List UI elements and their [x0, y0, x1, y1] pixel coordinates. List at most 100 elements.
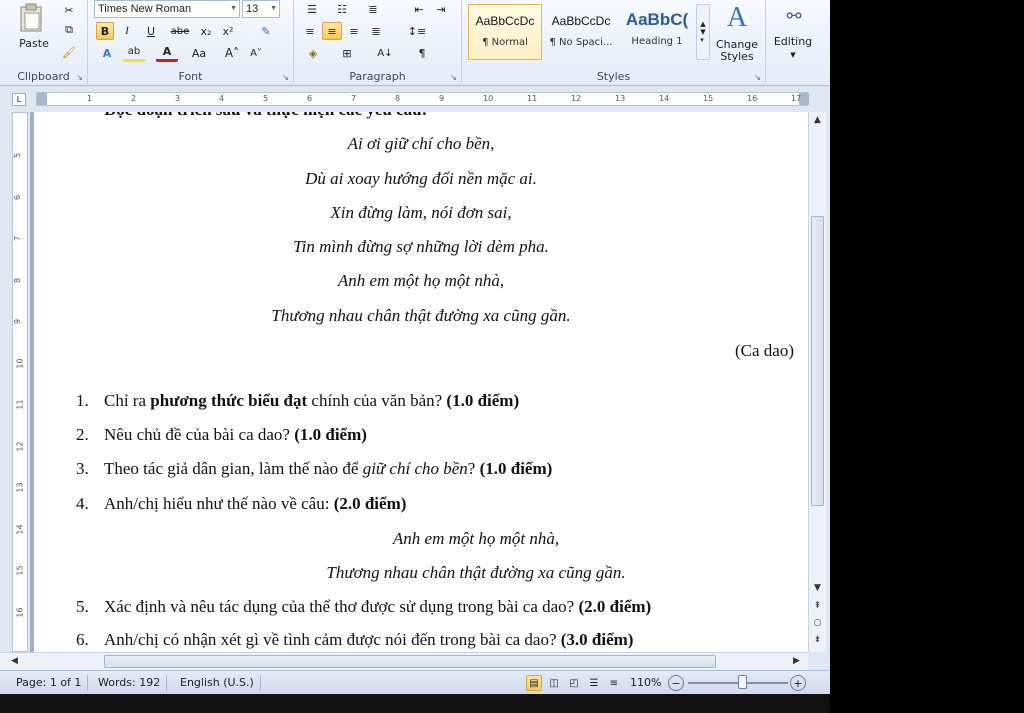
- style-heading-1[interactable]: AaBbC( Heading 1: [620, 4, 694, 60]
- line-spacing-icon[interactable]: ↕≡: [404, 22, 430, 40]
- ruler-number: 4: [219, 94, 225, 103]
- change-styles-button[interactable]: Change Styles: [712, 38, 762, 64]
- ruler-number: 17: [791, 94, 802, 103]
- bullets-icon[interactable]: ☰: [300, 0, 324, 18]
- align-right-icon[interactable]: ≡: [344, 22, 364, 40]
- document-page[interactable]: Đọc đoạn trích sau và thực hiện các yêu …: [34, 112, 808, 652]
- scroll-left-icon[interactable]: ◀: [6, 653, 23, 669]
- change-case-button[interactable]: Aa: [186, 44, 212, 62]
- language-indicator[interactable]: English (U.S.): [174, 675, 261, 691]
- editing-button[interactable]: Editing: [768, 34, 818, 48]
- bold-button[interactable]: B: [96, 22, 114, 40]
- clipboard-launcher-icon[interactable]: ↘: [76, 73, 83, 82]
- outline-icon[interactable]: ☰: [586, 675, 602, 691]
- question-number: 6.: [76, 630, 89, 649]
- scroll-down-icon[interactable]: ▼: [809, 580, 826, 596]
- zoom-out-icon[interactable]: −: [668, 675, 684, 691]
- sort-icon[interactable]: A↓: [374, 44, 396, 62]
- copy-icon[interactable]: ⧉: [60, 22, 78, 38]
- binoculars-icon[interactable]: ⚯: [778, 2, 810, 30]
- vruler-number: 13: [15, 482, 25, 493]
- numbering-icon[interactable]: ☷: [330, 0, 354, 18]
- question-text: ?: [467, 459, 480, 478]
- web-layout-icon[interactable]: ◰: [566, 675, 582, 691]
- previous-page-icon[interactable]: ⇞: [809, 598, 826, 614]
- editing-group: ⚯ Editing ▼: [766, 0, 822, 86]
- vertical-scroll-thumb[interactable]: [811, 216, 824, 506]
- font-launcher-icon[interactable]: ↘: [282, 73, 289, 82]
- question-number: 2.: [76, 425, 89, 444]
- text-effects-icon[interactable]: A: [96, 44, 118, 62]
- superscript-button[interactable]: x²: [218, 22, 238, 40]
- zoom-in-icon[interactable]: +: [790, 675, 806, 691]
- subscript-button[interactable]: x₂: [196, 22, 216, 40]
- vertical-ruler: 5 6 7 8 9 10 11 12 13 14 15 16: [12, 112, 28, 652]
- question-text: Xác định và nêu tác dụng của thể thơ đượ…: [104, 597, 579, 616]
- paste-icon[interactable]: [14, 2, 50, 34]
- question-5: 5. Xác định và nêu tác dụng của thể thơ đ…: [76, 597, 651, 617]
- vertical-scrollbar[interactable]: ▲ ▼ ⇞ ○ ⇟: [808, 112, 826, 652]
- shrink-font-button[interactable]: A˅: [246, 44, 266, 62]
- ruler-number: 15: [703, 94, 714, 103]
- ruler-number: 8: [395, 94, 401, 103]
- show-formatting-icon[interactable]: ¶: [412, 44, 432, 62]
- ruler-number: 1: [87, 94, 93, 103]
- next-page-icon[interactable]: ⇟: [809, 632, 826, 648]
- paste-button[interactable]: Paste: [14, 36, 54, 50]
- vruler-number: 10: [15, 357, 25, 369]
- justify-icon[interactable]: ≣: [366, 22, 386, 40]
- align-center-icon[interactable]: ≡: [322, 22, 342, 40]
- italic-button[interactable]: I: [118, 22, 136, 40]
- align-left-icon[interactable]: ≡: [300, 22, 320, 40]
- horizontal-scroll-thumb[interactable]: [104, 655, 716, 668]
- zoom-slider-thumb[interactable]: [738, 675, 747, 689]
- borders-icon[interactable]: ⊞: [334, 44, 360, 62]
- underline-button[interactable]: U: [140, 22, 162, 40]
- strikethrough-button[interactable]: abe: [168, 22, 192, 40]
- quoted-poem-line: Anh em một họ một nhà,: [392, 529, 560, 548]
- increase-indent-icon[interactable]: ⇥: [432, 0, 450, 18]
- question-6: 6. Anh/chị có nhận xét gì về tình cảm đượ…: [76, 630, 633, 650]
- ruler-number: 11: [527, 94, 538, 103]
- change-styles-icon[interactable]: A: [714, 0, 760, 36]
- select-browse-object-icon[interactable]: ○: [809, 615, 826, 631]
- horizontal-scrollbar[interactable]: ◀ ▶: [0, 652, 808, 670]
- multilevel-list-icon[interactable]: ≣: [360, 0, 386, 18]
- document-area: Đọc đoạn trích sau và thực hiện các yêu …: [30, 112, 808, 652]
- question-number: 3.: [76, 459, 89, 478]
- styles-scroll-icon[interactable]: ▲ ▼ ▾: [696, 4, 710, 60]
- question-text: chính của văn bản?: [307, 391, 447, 410]
- page-count[interactable]: Page: 1 of 1: [10, 675, 89, 691]
- cut-icon[interactable]: ✂: [60, 2, 78, 18]
- highlight-icon[interactable]: ab: [122, 44, 146, 62]
- editing-dropdown-icon[interactable]: ▼: [786, 50, 800, 60]
- poem-line: Dù ai xoay hướng đổi nền mặc ai.: [305, 169, 537, 188]
- ruler-number: 10: [483, 94, 494, 103]
- question-text: Theo tác giả dân gian, làm thế nào để: [104, 459, 363, 478]
- ruler-number: 5: [263, 94, 269, 103]
- clear-format-icon[interactable]: ✎: [256, 22, 276, 40]
- print-layout-icon[interactable]: ▤: [526, 675, 542, 691]
- zoom-level[interactable]: 110%: [624, 675, 667, 691]
- font-name-combo[interactable]: Times New Roman ▼: [94, 0, 240, 18]
- full-screen-reading-icon[interactable]: ◫: [546, 675, 562, 691]
- vruler-number: 9: [13, 318, 23, 325]
- paragraph-launcher-icon[interactable]: ↘: [450, 73, 457, 82]
- scroll-right-icon[interactable]: ▶: [788, 653, 805, 669]
- ruler-strip[interactable]: 1 2 3 4 5 6 7 8 9 10 11 12 13 14 15 16 17: [36, 92, 809, 106]
- paragraph-group: ☰ ☷ ≣ ⇤ ⇥ ≡ ≡ ≡ ≣ ↕≡ ◈ ⊞ A↓ ¶ Paragraph …: [294, 0, 462, 86]
- grow-font-button[interactable]: A˄: [222, 44, 242, 62]
- shading-icon[interactable]: ◈: [300, 44, 326, 62]
- style-normal[interactable]: AaBbCcDc ¶ Normal: [468, 4, 542, 60]
- styles-launcher-icon[interactable]: ↘: [754, 73, 761, 82]
- scroll-up-icon[interactable]: ▲: [809, 112, 826, 128]
- tab-selector[interactable]: L: [12, 93, 26, 106]
- style-no-spacing[interactable]: AaBbCcDc ¶ No Spaci...: [544, 4, 618, 60]
- draft-icon[interactable]: ≡: [606, 675, 622, 691]
- format-painter-icon[interactable]: 🖌: [60, 44, 78, 60]
- font-size-combo[interactable]: 13 ▼: [242, 0, 280, 18]
- decrease-indent-icon[interactable]: ⇤: [410, 0, 428, 18]
- word-count[interactable]: Words: 192: [92, 675, 168, 691]
- font-color-icon[interactable]: A: [156, 44, 178, 62]
- poem-line: Tin mình đừng sợ những lời dèm pha.: [293, 237, 549, 256]
